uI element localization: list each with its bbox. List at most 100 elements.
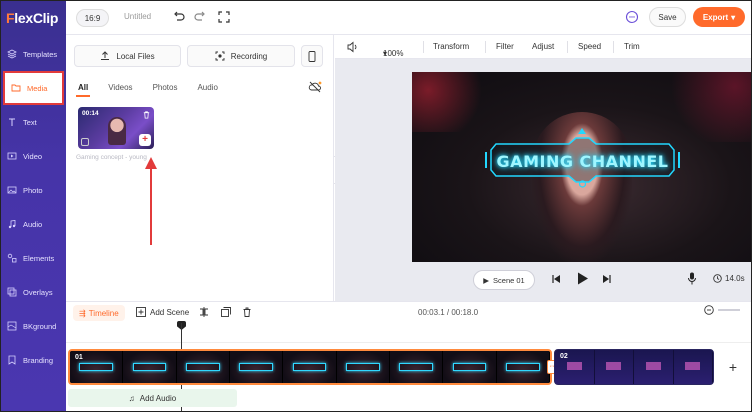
sidebar-item-label: Elements: [23, 253, 55, 263]
clock-icon: [713, 274, 722, 283]
clip-frame: [123, 351, 177, 383]
triangle-decoration: [578, 128, 586, 134]
add-to-timeline-button[interactable]: +: [139, 134, 151, 146]
volume-icon[interactable]: [347, 41, 359, 53]
divider: [567, 41, 568, 53]
clip-frame: [389, 351, 444, 383]
music-icon: [8, 220, 16, 229]
clip-frame: [594, 350, 634, 384]
tab-photos[interactable]: Photos: [153, 83, 178, 92]
filter-button[interactable]: Filter: [496, 42, 514, 51]
timeline-clip-2[interactable]: 02: [554, 349, 714, 385]
text-icon: [9, 118, 15, 126]
clip-frames: [555, 350, 713, 384]
folder-icon: [11, 84, 21, 92]
adjust-button[interactable]: Adjust: [532, 42, 554, 51]
tab-videos[interactable]: Videos: [108, 83, 132, 92]
tab-all[interactable]: All: [75, 83, 91, 97]
speed-button[interactable]: Speed: [578, 42, 601, 51]
sidebar-item-templates[interactable]: Templates: [1, 41, 66, 67]
sidebar-item-label: Branding: [23, 355, 54, 365]
sidebar-item-video[interactable]: Video: [1, 143, 66, 169]
local-files-label: Local Files: [116, 51, 155, 61]
scene-button[interactable]: ▶ Scene 01: [473, 270, 535, 290]
clip-frame: [634, 350, 674, 384]
canvas-area: GAMING CHANNEL ▶ Scene 01 14.0s: [335, 59, 751, 301]
undo-icon[interactable]: [172, 10, 186, 24]
clip-frame: [336, 351, 390, 383]
add-clip-button[interactable]: +: [725, 359, 741, 375]
media-thumbnail[interactable]: 00:14 +: [78, 107, 154, 149]
timeline-ruler: [66, 323, 751, 343]
chevron-down-icon: ▾: [383, 49, 388, 58]
timeline-zoom[interactable]: [704, 305, 740, 315]
cloud-off-icon[interactable]: [308, 81, 322, 93]
delete-icon[interactable]: [242, 307, 252, 317]
sidebar-item-branding[interactable]: Branding: [1, 347, 66, 373]
skip-back-icon[interactable]: [551, 274, 561, 284]
clip-frame: [443, 351, 497, 383]
timeline-clip-1[interactable]: 01: [68, 349, 552, 385]
local-files-button[interactable]: Local Files: [74, 45, 181, 67]
play-icon[interactable]: [577, 272, 589, 285]
sidebar-item-label: Text: [23, 117, 37, 127]
clip-frame: [283, 351, 337, 383]
video-preview[interactable]: GAMING CHANNEL: [412, 72, 751, 262]
fullscreen-icon[interactable]: [217, 10, 231, 24]
sidebar-item-label: Templates: [23, 49, 58, 59]
sidebar-item-photo[interactable]: Photo: [1, 177, 66, 203]
sidebar-item-overlays[interactable]: Overlays: [1, 279, 66, 305]
export-button[interactable]: Export ▾: [693, 7, 745, 27]
clip-frames: [70, 351, 550, 383]
media-tabs: All Videos Photos Audio: [75, 83, 218, 97]
timeline-label: Timeline: [88, 308, 119, 318]
timeline-toolbar: ⇶ Timeline Add Scene 00:03.1 / 00:18.0: [66, 301, 751, 323]
duration-value: 14.0s: [725, 274, 745, 283]
sidebar-item-bkground[interactable]: BKground: [1, 313, 66, 339]
sidebar-item-media[interactable]: Media: [3, 71, 64, 105]
chat-icon[interactable]: [625, 10, 639, 24]
app-logo: FlexClip: [6, 10, 59, 26]
clip-frame: [229, 351, 284, 383]
skip-forward-icon[interactable]: [602, 274, 612, 284]
timeline-icon: ⇶: [79, 308, 86, 318]
photo-icon: [7, 186, 17, 194]
sidebar-item-label: Photo: [23, 185, 43, 195]
scene-label: Scene 01: [493, 275, 525, 285]
clip-frame: [176, 351, 230, 383]
branding-icon: [8, 355, 16, 365]
app-window: FlexClip Templates Media Text Video Phot…: [0, 0, 752, 412]
zoom-slider[interactable]: [718, 309, 740, 311]
phone-icon: [308, 50, 316, 62]
sidebar-item-label: BKground: [23, 321, 57, 331]
chevron-down-icon: ▾: [731, 12, 736, 22]
aspect-ratio-button[interactable]: 16:9: [76, 9, 109, 27]
timeline-tab[interactable]: ⇶ Timeline: [73, 305, 125, 321]
transform-button[interactable]: Transform: [433, 42, 469, 51]
play-small-icon: ▶: [483, 275, 490, 285]
zoom-out-icon[interactable]: [704, 305, 714, 315]
microphone-icon[interactable]: [687, 272, 697, 285]
recording-button[interactable]: Recording: [187, 45, 295, 67]
redo-icon[interactable]: [193, 10, 207, 24]
split-icon[interactable]: [199, 307, 209, 317]
banner-title: GAMING CHANNEL: [496, 152, 669, 171]
add-scene-button[interactable]: Add Scene: [136, 307, 189, 317]
recording-label: Recording: [230, 51, 268, 61]
save-button[interactable]: Save: [649, 7, 686, 27]
add-audio-button[interactable]: ♫ Add Audio: [68, 389, 237, 407]
tab-audio[interactable]: Audio: [197, 83, 217, 92]
phone-upload-button[interactable]: [301, 45, 323, 67]
sidebar-item-elements[interactable]: Elements: [1, 245, 66, 271]
trim-button[interactable]: Trim: [624, 42, 640, 51]
playback-controls: ▶ Scene 01 14.0s: [335, 262, 751, 300]
duplicate-icon[interactable]: [221, 307, 231, 317]
elements-icon: [7, 253, 17, 263]
divider: [423, 41, 424, 53]
sidebar-item-audio[interactable]: Audio: [1, 211, 66, 237]
light-decoration: [412, 72, 492, 132]
project-title[interactable]: Untitled: [124, 12, 151, 21]
thumbnail-person-image: [108, 117, 126, 145]
delete-icon[interactable]: [142, 110, 151, 119]
sidebar-item-text[interactable]: Text: [1, 109, 66, 135]
